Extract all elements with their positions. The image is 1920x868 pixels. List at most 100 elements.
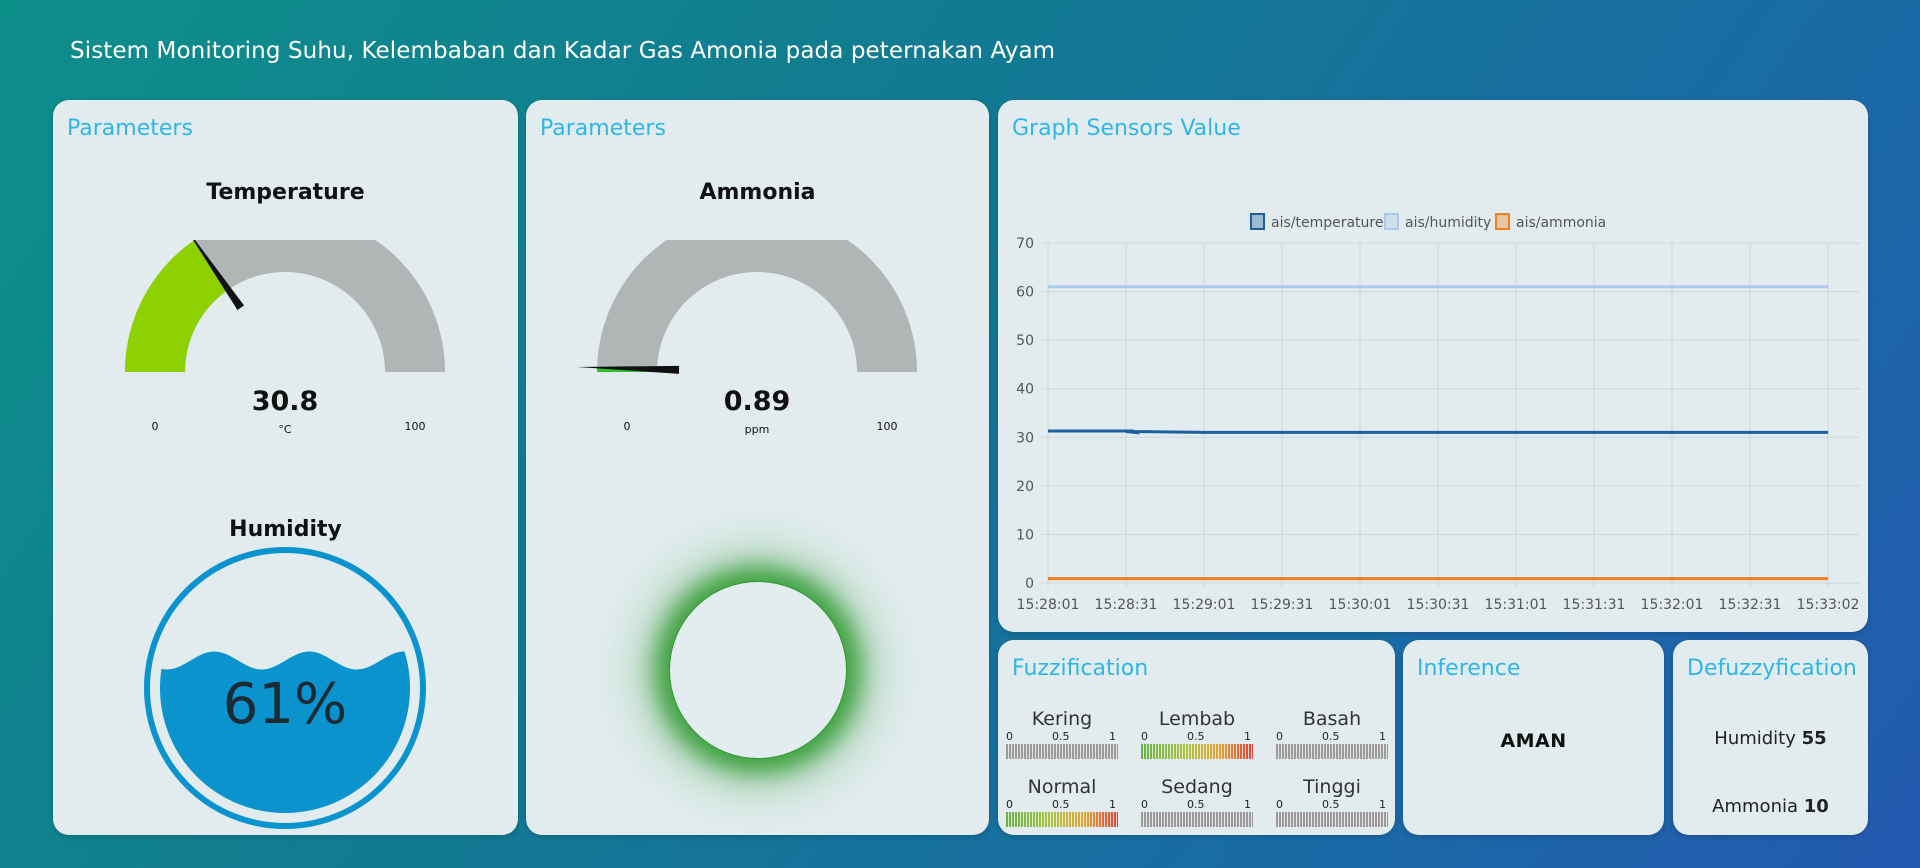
fuzzy-set-label: Basah [1302,708,1362,730]
defuzz-humidity-row: Humidity 55 [1673,728,1868,749]
status-indicator-led [669,581,847,759]
ammonia-gauge: 0.89 ppm 0 100 [577,240,917,436]
y-tick-label: 30 [1016,430,1034,446]
x-tick-label: 15:31:01 [1485,597,1548,613]
sensor-line-chart: 0 10 20 30 40 50 60 70 15:28:01 15:28:31 15:29:01 1… [1016,213,1860,613]
fuzzy-scale-tick: 1 [1109,730,1116,743]
ammonia-value: 0.89 [724,386,791,417]
x-tick-label: 15:32:01 [1641,597,1704,613]
legend-swatch [1384,213,1399,230]
inference-result: AMAN [1500,730,1567,752]
panel-title: Parameters [67,116,193,141]
fuzzy-scale-tick: 0 [1141,798,1148,811]
fuzzy-scale-tick: 0.5 [1322,798,1340,811]
fuzzy-scale-tick: 0.5 [1052,798,1070,811]
fuzzy-scale: 0 0.5 1 [1141,798,1253,811]
parameters-panel-middle: Parameters Ammonia 0.89 ppm 0 100 [526,100,989,835]
ammonia-unit: ppm [745,423,770,436]
temperature-min: 0 [152,420,159,433]
fuzzy-scale: 0 0.5 1 [1141,730,1253,743]
series-line-ais-temperature [1048,429,1828,435]
temperature-value: 30.8 [252,386,319,417]
fuzzy-scale-tick: 0 [1141,730,1148,743]
ammonia-min: 0 [624,420,631,433]
y-tick-label: 60 [1016,285,1034,301]
inference-title: Inference [1417,656,1521,681]
x-tick-label: 15:28:01 [1017,597,1080,613]
fuzzy-set-label: Normal [1027,776,1097,798]
fuzzy-scale-tick: 0.5 [1187,730,1205,743]
ammonia-gauge-needle [577,365,680,374]
fuzzy-scale: 0 0.5 1 [1276,730,1388,743]
fuzzy-set-label: Sedang [1161,776,1233,798]
ammonia-gauge-track [597,240,917,372]
fuzzy-scale-tick: 0.5 [1322,730,1340,743]
defuzz-ammonia-value: 10 [1803,796,1829,817]
x-tick-label: 15:32:31 [1719,597,1782,613]
fuzzy-scale-tick: 1 [1109,798,1116,811]
fuzzy-scale: 0 0.5 1 [1006,798,1118,811]
graph-panel: Graph Sensors Value 0 10 20 30 40 50 60 70 15:28… [998,100,1868,632]
temperature-title: Temperature [206,180,365,205]
y-tick-label: 0 [1025,576,1034,592]
fuzzy-membership-bar [1276,744,1388,759]
fuzzy-set-label: Lembab [1158,708,1236,730]
y-tick-label: 10 [1016,527,1034,543]
fuzzy-membership-bar [1006,744,1118,759]
fuzzy-scale-tick: 0.5 [1187,798,1205,811]
fuzzy-scale-tick: 0 [1006,730,1013,743]
y-tick-label: 20 [1016,479,1034,495]
legend-label: ais/humidity [1405,215,1491,231]
fuzzy-scale-tick: 1 [1244,798,1251,811]
y-tick-label: 50 [1016,333,1034,349]
fuzzy-scale-tick: 1 [1379,798,1386,811]
fuzzification-title: Fuzzification [1012,656,1149,681]
fuzzy-membership-bar [1141,744,1253,759]
ammonia-title: Ammonia [699,180,816,205]
parameters-panel-left: Parameters Temperature 30.8 °C 0 100 Hum… [53,100,518,835]
fuzzy-set-lembab: Lembab 0 0.5 1 [1141,708,1253,759]
legend-swatch [1495,213,1510,230]
humidity-title: Humidity [229,517,342,542]
temperature-gauge: 30.8 °C 0 100 [125,240,445,436]
fuzzy-scale-tick: 0 [1276,798,1283,811]
x-tick-label: 15:28:31 [1095,597,1158,613]
fuzzification-panel: Fuzzification Kering 0 0.5 1 Lembab 0 0.5 1 Basa… [998,640,1395,835]
legend-swatch [1250,213,1265,230]
fuzzy-scale-tick: 0.5 [1052,730,1070,743]
page-title: Sistem Monitoring Suhu, Kelembaban dan K… [70,38,1056,64]
fuzzy-set-normal: Normal 0 0.5 1 [1006,776,1118,827]
fuzzy-set-sedang: Sedang 0 0.5 1 [1141,776,1253,827]
defuzz-ammonia-row: Ammonia 10 [1673,796,1868,817]
x-tick-label: 15:30:31 [1407,597,1470,613]
fuzzy-membership-bar [1276,812,1388,827]
y-tick-label: 40 [1016,382,1034,398]
fuzzy-set-tinggi: Tinggi 0 0.5 1 [1276,776,1388,827]
legend-label: ais/temperature [1271,215,1383,231]
x-tick-label: 15:31:31 [1563,597,1626,613]
defuzzification-title: Defuzzyfication [1687,656,1857,681]
humidity-value: 61% [223,672,347,737]
x-tick-label: 15:33:02 [1797,597,1860,613]
x-tick-label: 15:30:01 [1329,597,1392,613]
fuzzy-scale: 0 0.5 1 [1276,798,1388,811]
humidity-liquid-gauge: 61% [144,547,426,829]
defuzz-ammonia-label: Ammonia [1712,796,1799,817]
legend-label: ais/ammonia [1516,215,1606,231]
defuzz-humidity-label: Humidity [1714,728,1796,749]
ammonia-max: 100 [877,420,898,433]
fuzzy-set-basah: Basah 0 0.5 1 [1276,708,1388,759]
fuzzy-set-label: Kering [1031,708,1093,730]
fuzzy-set-label: Tinggi [1303,776,1361,798]
inference-panel: Inference AMAN [1403,640,1664,835]
fuzzy-scale-tick: 1 [1244,730,1251,743]
defuzz-humidity-value: 55 [1801,728,1827,749]
fuzzy-scale-tick: 0 [1276,730,1283,743]
temperature-max: 100 [405,420,426,433]
fuzzy-scale-tick: 1 [1379,730,1386,743]
temperature-unit: °C [278,423,292,436]
fuzzy-membership-bar [1141,812,1253,827]
fuzzy-membership-bar [1006,812,1118,827]
defuzzification-panel: Defuzzyfication Humidity 55 Ammonia 10 [1673,640,1868,835]
x-tick-label: 15:29:01 [1173,597,1236,613]
